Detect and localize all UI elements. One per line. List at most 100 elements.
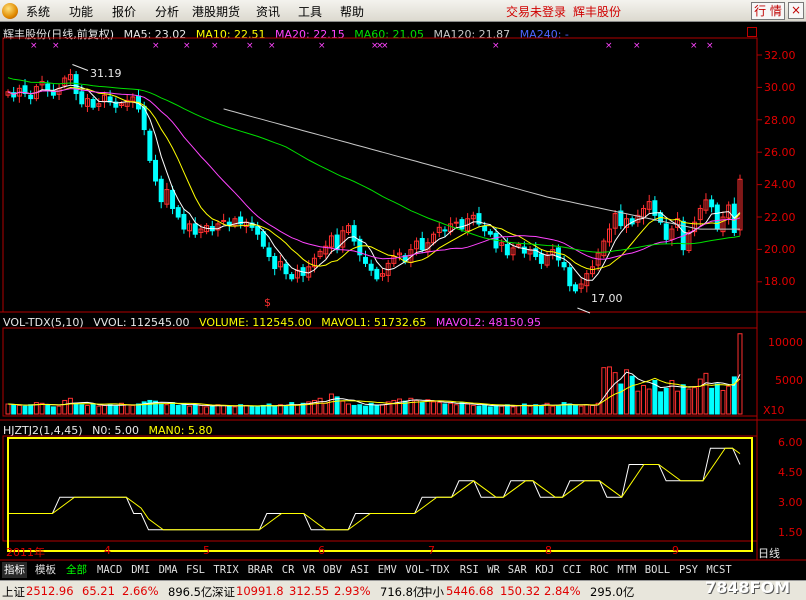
volume-bar (334, 396, 340, 415)
volume-bar (136, 403, 141, 415)
volume-bar (260, 404, 266, 415)
volume-bar (470, 404, 476, 415)
volume-bar (164, 404, 170, 415)
volume-bar (113, 405, 119, 415)
volume-bar (641, 384, 647, 415)
tab-全部[interactable]: 全部 (64, 562, 89, 578)
volume-bar (436, 402, 442, 415)
signal-marker: × (318, 41, 326, 51)
tab-trix[interactable]: TRIX (211, 562, 240, 578)
tab-指标[interactable]: 指标 (2, 562, 27, 578)
volume-bar (448, 402, 454, 415)
tab-asi[interactable]: ASI (348, 562, 371, 578)
tab-psy[interactable]: PSY (677, 562, 700, 578)
volume-bar (703, 372, 709, 415)
tab-mtm[interactable]: MTM (615, 562, 638, 578)
volume-bar (487, 406, 493, 415)
tab-vol-tdx[interactable]: VOL-TDX (403, 562, 451, 578)
tab-obv[interactable]: OBV (321, 562, 344, 578)
signal-marker: × (268, 41, 276, 51)
sh-change: 65.21 (82, 584, 115, 598)
volume-bar (351, 404, 357, 415)
volume-bar (101, 404, 107, 415)
ind-tick: 4.50 (778, 466, 803, 479)
sh-price: 2512.96 (26, 584, 74, 598)
status-bar: 上证 2512.96 65.21 2.66% 896.5亿 深证 10991.8… (0, 580, 806, 600)
volume-bar (209, 405, 215, 415)
candle-body (260, 231, 266, 247)
tab-roc[interactable]: ROC (588, 562, 611, 578)
volume-bar (618, 383, 624, 415)
tab-sar[interactable]: SAR (506, 562, 529, 578)
volume-bar (255, 406, 261, 415)
volume-bar (459, 402, 465, 415)
candle-body (561, 262, 567, 268)
tab-vr[interactable]: VR (300, 562, 317, 578)
volume-bar (243, 404, 249, 415)
tab-wr[interactable]: WR (485, 562, 502, 578)
sh-percent: 2.66% (122, 584, 159, 598)
price-tick: 18.00 (764, 275, 796, 288)
date-tick: 7 (428, 544, 435, 557)
period-label[interactable]: 日线 (758, 545, 780, 561)
volume-bar (363, 405, 368, 415)
signal-marker: × (211, 41, 219, 51)
volume-bar (328, 393, 334, 415)
low-annotation: 17.00 (591, 292, 623, 305)
kline-chart[interactable]: × × × × × × × × ××× × × × × ×$ (0, 0, 806, 600)
volume-bar (181, 403, 187, 415)
volume-bar (249, 405, 255, 415)
signal-marker: × (492, 41, 500, 51)
candle-body (221, 219, 227, 222)
indicator-panel-frame (2, 435, 758, 542)
volume-bar (79, 404, 85, 415)
volume-bar (663, 387, 669, 415)
volume-bar (232, 406, 238, 415)
tab-macd[interactable]: MACD (95, 562, 124, 578)
tab-dmi[interactable]: DMI (129, 562, 152, 578)
tab-kdj[interactable]: KDJ (533, 562, 556, 578)
volume-bar (158, 403, 164, 415)
sz-change: 312.55 (289, 584, 330, 598)
price-tick: 24.00 (764, 178, 796, 191)
volume-bar (124, 404, 130, 415)
volume-bar (192, 404, 198, 415)
candle-body (453, 221, 459, 224)
date-start-label: 2011年 (6, 546, 45, 559)
tab-rsi[interactable]: RSI (458, 562, 481, 578)
volume-bar (629, 375, 635, 415)
tab-emv[interactable]: EMV (376, 562, 399, 578)
candle-body (90, 98, 96, 108)
tab-模板[interactable]: 模板 (33, 562, 58, 578)
signal-marker: × (246, 41, 254, 51)
candle-body (28, 94, 34, 100)
tab-fsl[interactable]: FSL (184, 562, 207, 578)
signal-marker: × (30, 41, 38, 51)
volume-bar (221, 404, 227, 415)
tab-cr[interactable]: CR (280, 562, 297, 578)
volume-bar (720, 389, 726, 415)
volume-bar (419, 402, 425, 415)
signal-marker: × (706, 41, 714, 51)
price-tick: 30.00 (764, 81, 796, 94)
tab-boll[interactable]: BOLL (643, 562, 672, 578)
tab-brar[interactable]: BRAR (246, 562, 275, 578)
ma120-line (223, 108, 740, 230)
high-annotation: 31.19 (90, 67, 122, 80)
volume-bar (73, 402, 79, 415)
volume-bar (62, 399, 68, 415)
date-tick: 6 (318, 544, 325, 557)
vol-unit-label: X10 (763, 404, 785, 417)
n0-line (8, 447, 741, 531)
candle-body (442, 229, 448, 232)
tab-cci[interactable]: CCI (561, 562, 584, 578)
zx-label: 中小 (421, 585, 444, 599)
tab-dma[interactable]: DMA (157, 562, 180, 578)
candle-body (351, 225, 357, 242)
price-tick: 28.00 (764, 114, 796, 127)
tab-mcst[interactable]: MCST (704, 562, 733, 578)
volume-bar (482, 404, 488, 415)
volume-bar (90, 403, 96, 415)
volume-bar (147, 399, 153, 415)
candle-body (181, 213, 187, 230)
